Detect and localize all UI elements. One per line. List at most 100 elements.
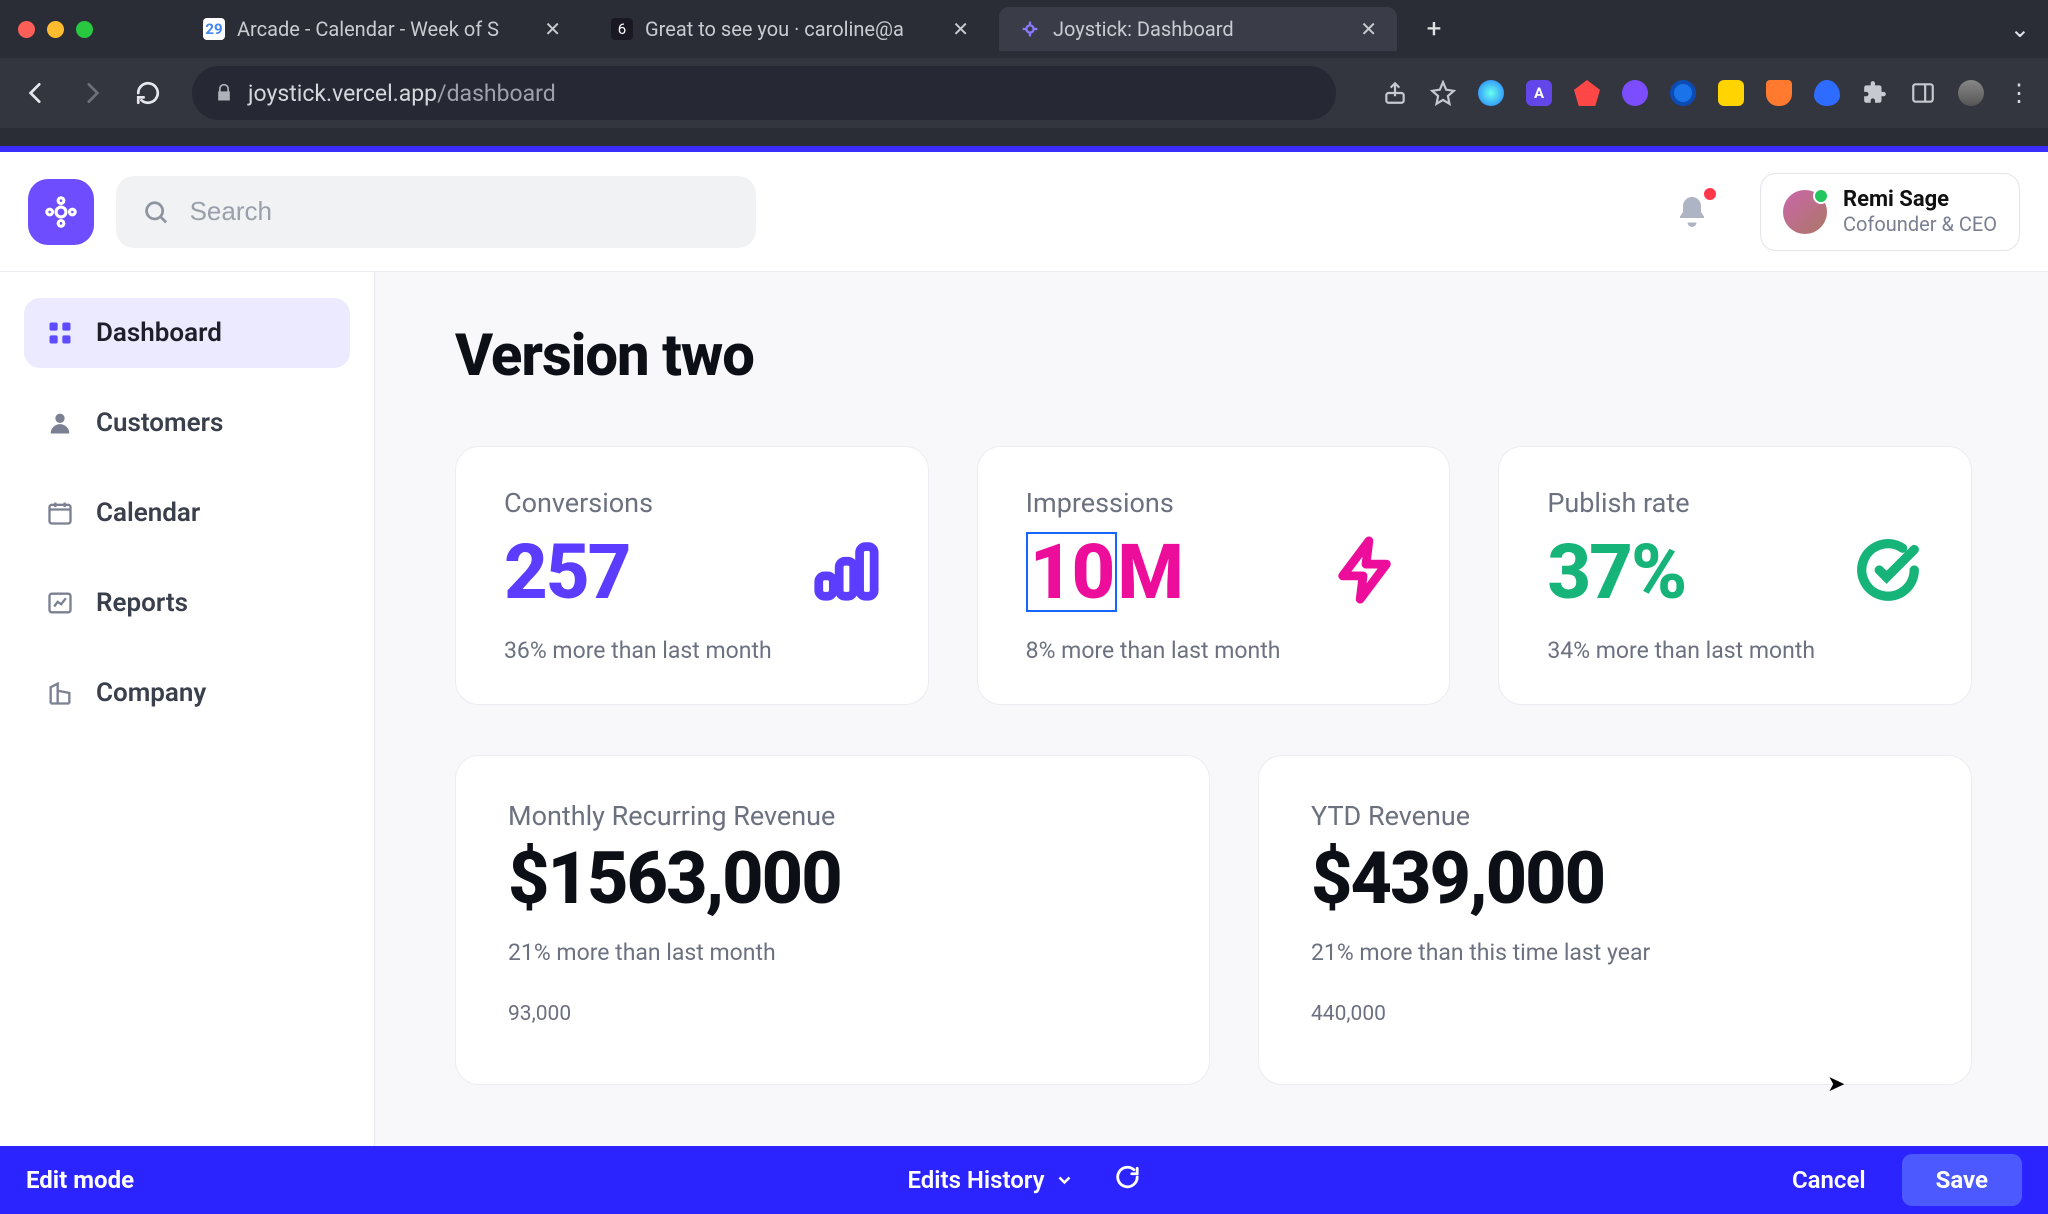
star-icon[interactable] <box>1430 80 1456 106</box>
extension-icon[interactable] <box>1622 80 1648 106</box>
chart-y-tick: 93,000 <box>508 1002 1157 1026</box>
bar-chart-icon <box>810 535 880 609</box>
building-icon <box>46 679 74 707</box>
user-role: Cofounder & CEO <box>1843 212 1997 236</box>
app-logo[interactable] <box>28 179 94 245</box>
tab-title: Arcade - Calendar - Week of S <box>237 17 499 41</box>
stat-value: 10M <box>1026 527 1182 617</box>
tab-close-icon[interactable]: ✕ <box>544 17 561 41</box>
calendar-icon: 29 <box>203 18 225 40</box>
content-area: Version two Conversions 257 36% more tha… <box>375 272 2048 1214</box>
stat-sub: 36% more than last month <box>504 637 880 664</box>
sidebar-item-reports[interactable]: Reports <box>24 568 350 638</box>
joystick-icon <box>1019 18 1041 40</box>
user-menu[interactable]: Remi Sage Cofounder & CEO <box>1760 173 2020 251</box>
cancel-button[interactable]: Cancel <box>1766 1154 1892 1206</box>
sidebar-item-customers[interactable]: Customers <box>24 388 350 458</box>
window-fullscreen-dot[interactable] <box>76 21 93 38</box>
notifications-button[interactable] <box>1668 188 1716 236</box>
browser-reload-button[interactable] <box>128 73 168 113</box>
revenue-card-ytd[interactable]: YTD Revenue $439,000 21% more than this … <box>1258 755 1972 1085</box>
browser-url-field[interactable]: joystick.vercel.app/dashboard <box>192 66 1336 120</box>
new-tab-button[interactable]: + <box>1417 12 1451 46</box>
sidebar-item-company[interactable]: Company <box>24 658 350 728</box>
stat-card-conversions[interactable]: Conversions 257 36% more than last month <box>455 446 929 705</box>
search-icon <box>142 197 170 227</box>
tab-close-icon[interactable]: ✕ <box>952 17 969 41</box>
edit-mode-label: Edit mode <box>26 1166 134 1194</box>
stat-value: 257 <box>504 527 629 617</box>
revenue-sub: 21% more than last month <box>508 939 1157 966</box>
tab-title: Joystick: Dashboard <box>1053 17 1234 41</box>
url-host: joystick.vercel.app <box>248 80 437 107</box>
search-input[interactable] <box>190 196 730 227</box>
stat-cards-row: Conversions 257 36% more than last month… <box>455 446 1972 705</box>
sidebar: Dashboard Customers Calendar Reports Com… <box>0 272 375 1214</box>
stat-label: Conversions <box>504 487 880 519</box>
profile-avatar-icon[interactable] <box>1958 80 1984 106</box>
stat-sub: 34% more than last month <box>1547 637 1923 664</box>
person-icon <box>46 409 74 437</box>
browser-tab-joystick[interactable]: Joystick: Dashboard ✕ <box>999 7 1397 51</box>
browser-tab-superhuman[interactable]: 6 Great to see you · caroline@a ✕ <box>591 7 989 51</box>
mouse-cursor: ➤ <box>1827 1072 1845 1097</box>
browser-address-bar: joystick.vercel.app/dashboard A ⋮ <box>0 58 2048 128</box>
refresh-button[interactable] <box>1115 1164 1141 1196</box>
sidepanel-icon[interactable] <box>1910 80 1936 106</box>
save-button[interactable]: Save <box>1902 1154 2022 1206</box>
extension-icon[interactable] <box>1478 80 1504 106</box>
browser-toolbar-icons: A ⋮ <box>1382 80 2032 106</box>
page-title: Version two <box>455 322 1972 390</box>
stat-sub: 8% more than last month <box>1026 637 1402 664</box>
sidebar-item-label: Reports <box>96 588 188 618</box>
edits-history-button[interactable]: Edits History <box>907 1166 1074 1194</box>
chart-icon <box>46 589 74 617</box>
window-traffic-lights[interactable] <box>18 21 93 38</box>
chevron-down-icon <box>1055 1170 1075 1190</box>
chrome-menu-icon[interactable]: ⋮ <box>2006 80 2032 106</box>
extensions-puzzle-icon[interactable] <box>1862 80 1888 106</box>
extension-icon[interactable] <box>1718 80 1744 106</box>
search-field[interactable] <box>116 176 756 248</box>
lock-icon <box>214 83 234 103</box>
stat-label: Publish rate <box>1547 487 1923 519</box>
grid-icon <box>46 319 74 347</box>
stat-value: 37% <box>1547 527 1685 617</box>
extension-icon[interactable] <box>1814 80 1840 106</box>
revenue-cards-row: Monthly Recurring Revenue $1563,000 21% … <box>455 755 1972 1085</box>
sidebar-item-label: Customers <box>96 408 223 438</box>
extension-icon[interactable] <box>1766 80 1792 106</box>
extension-icon[interactable] <box>1574 80 1600 106</box>
sidebar-item-label: Dashboard <box>96 318 222 348</box>
extension-icon[interactable]: A <box>1526 80 1552 106</box>
browser-back-button[interactable] <box>16 73 56 113</box>
stat-label: Impressions <box>1026 487 1402 519</box>
app-topbar: Remi Sage Cofounder & CEO <box>0 152 2048 272</box>
share-icon[interactable] <box>1382 80 1408 106</box>
browser-chrome: 29 Arcade - Calendar - Week of S ✕ 6 Gre… <box>0 0 2048 146</box>
tab-overflow-icon[interactable]: ⌄ <box>2010 15 2030 43</box>
refresh-icon <box>1115 1164 1141 1190</box>
revenue-value: $439,000 <box>1311 836 1919 921</box>
check-circle-icon <box>1853 535 1923 609</box>
mail-icon: 6 <box>611 18 633 40</box>
url-path: /dashboard <box>437 80 556 107</box>
stat-card-impressions[interactable]: Impressions 10M 8% more than last month <box>977 446 1451 705</box>
app-viewport: Remi Sage Cofounder & CEO Dashboard Cust… <box>0 146 2048 1214</box>
calendar-icon <box>46 499 74 527</box>
tab-close-icon[interactable]: ✕ <box>1360 17 1377 41</box>
sidebar-item-dashboard[interactable]: Dashboard <box>24 298 350 368</box>
sidebar-item-calendar[interactable]: Calendar <box>24 478 350 548</box>
stat-card-publish-rate[interactable]: Publish rate 37% 34% more than last mont… <box>1498 446 1972 705</box>
window-close-dot[interactable] <box>18 21 35 38</box>
revenue-label: Monthly Recurring Revenue <box>508 800 1157 832</box>
browser-tab-arcade[interactable]: 29 Arcade - Calendar - Week of S ✕ <box>183 7 581 51</box>
extension-icon[interactable] <box>1670 80 1696 106</box>
user-name: Remi Sage <box>1843 187 1997 212</box>
window-minimize-dot[interactable] <box>47 21 64 38</box>
revenue-card-mrr[interactable]: Monthly Recurring Revenue $1563,000 21% … <box>455 755 1210 1085</box>
sidebar-item-label: Calendar <box>96 498 200 528</box>
browser-forward-button[interactable] <box>72 73 112 113</box>
lightning-icon <box>1331 535 1401 609</box>
app-main: Dashboard Customers Calendar Reports Com… <box>0 272 2048 1214</box>
